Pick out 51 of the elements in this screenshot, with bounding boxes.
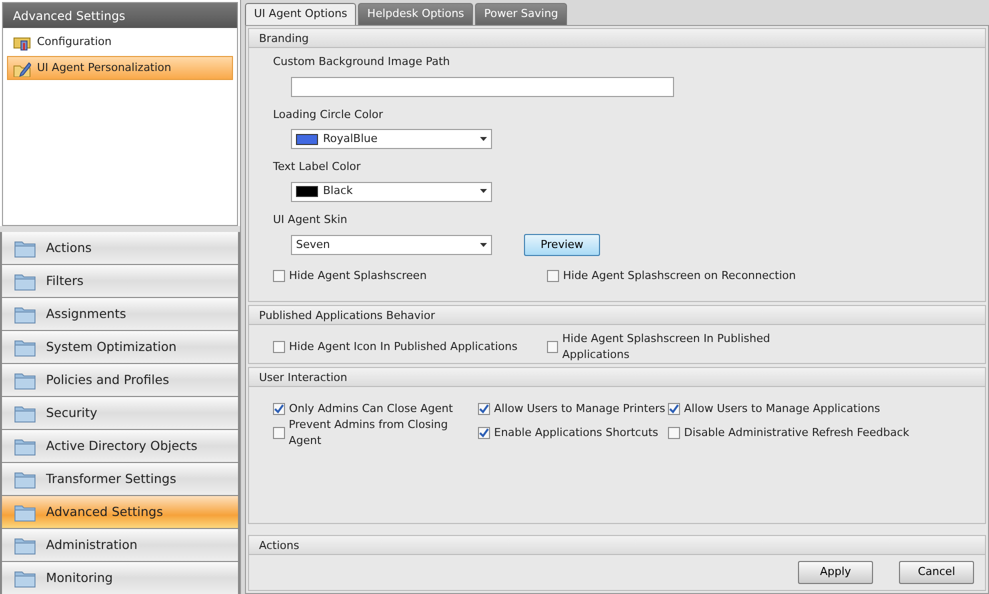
nav-button[interactable]: Filters	[2, 265, 238, 297]
checkbox[interactable]: Hide Agent Splashscreen	[273, 268, 547, 284]
preview-button[interactable]: Preview	[524, 234, 600, 256]
checkbox[interactable]: Hide Agent Icon In Published Applications	[273, 338, 547, 356]
field-label: Text Label Color	[273, 159, 362, 175]
action-button[interactable]: Cancel	[899, 561, 974, 584]
field-label: Custom Background Image Path	[273, 54, 451, 70]
nav-button[interactable]: Active Directory Objects	[2, 430, 238, 462]
nav-button[interactable]: Administration	[2, 529, 238, 561]
checkbox[interactable]: Only Admins Can Close Agent	[273, 400, 478, 418]
checkbox[interactable]: Prevent Admins from Closing Agent	[273, 416, 478, 450]
caret-icon	[480, 242, 487, 247]
nav-button[interactable]: Transformer Settings	[2, 463, 238, 495]
folder-pencil-icon	[13, 60, 31, 76]
sidebar-item[interactable]: Configuration	[7, 30, 233, 54]
splitter-handle[interactable]	[0, 226, 240, 232]
nav-button[interactable]: System Optimization	[2, 331, 238, 363]
tab[interactable]: Power Saving	[475, 3, 568, 25]
check-icon	[479, 428, 489, 438]
dropdown[interactable]: Seven	[291, 235, 492, 255]
field-label: Loading Circle Color	[273, 106, 384, 122]
input-field[interactable]	[291, 76, 674, 96]
section-header: Actions	[249, 536, 985, 555]
nav-button[interactable]: Security	[2, 397, 238, 429]
tab[interactable]: UI Agent Options	[245, 3, 356, 25]
caret-icon	[480, 189, 487, 194]
nav-button[interactable]: Assignments	[2, 298, 238, 330]
checkbox[interactable]: Hide Agent Splashscreen In Published Applications	[547, 330, 821, 364]
dropdown[interactable]: Black	[291, 182, 492, 202]
checkbox[interactable]: Enable Applications Shortcuts	[478, 424, 668, 442]
checkbox[interactable]: Allow Users to Manage Applications	[668, 400, 880, 418]
tab[interactable]: Helpdesk Options	[358, 3, 474, 25]
dropdown[interactable]: RoyalBlue	[291, 129, 492, 149]
checkbox[interactable]: Disable Administrative Refresh Feedback	[668, 424, 910, 442]
nav-button[interactable]: Monitoring	[2, 562, 238, 594]
section-header: User Interaction	[249, 368, 985, 387]
caret-icon	[480, 136, 487, 141]
check-icon	[274, 404, 284, 414]
sidebar-item[interactable]: UI Agent Personalization	[7, 56, 233, 80]
action-button[interactable]: Apply	[798, 561, 873, 584]
nav-button[interactable]: Actions	[2, 232, 238, 264]
checkbox[interactable]: Allow Users to Manage Printers	[478, 400, 668, 418]
field-label: UI Agent Skin	[273, 212, 348, 228]
check-icon	[479, 404, 489, 414]
panel-title: Advanced Settings	[3, 3, 237, 28]
section-header: Published Applications Behavior	[249, 306, 985, 325]
check-icon	[669, 404, 679, 414]
section-header: Branding	[249, 29, 985, 48]
nav-button[interactable]: Policies and Profiles	[2, 364, 238, 396]
checkbox[interactable]: Hide Agent Splashscreen on Reconnection	[547, 268, 821, 284]
nav-button[interactable]: Advanced Settings	[2, 496, 238, 528]
